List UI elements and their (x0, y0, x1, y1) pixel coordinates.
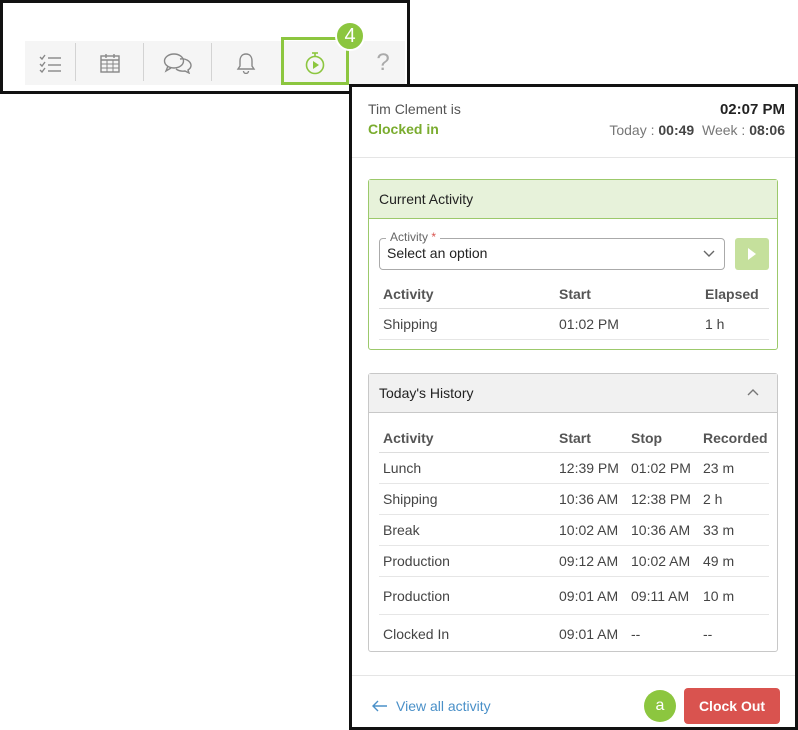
activity-select[interactable]: Activity * Select an option (379, 230, 725, 270)
stop-cell: 10:02 AM (627, 545, 699, 577)
history-table: Activity Start Stop Recorded Lunch 12:39… (379, 424, 769, 652)
recorded-cell: 49 m (699, 545, 769, 577)
tasks-button[interactable] (25, 41, 75, 85)
column-header: Activity (379, 280, 555, 309)
stop-cell: 01:02 PM (627, 452, 699, 484)
current-activity-card: Current Activity Activity * Select an op… (368, 179, 778, 350)
clock-out-button[interactable]: Clock Out (684, 688, 780, 724)
start-activity-button[interactable] (735, 238, 769, 270)
timeclock-panel: Tim Clement is Clocked in 02:07 PM Today… (349, 84, 798, 730)
arrow-left-icon (372, 700, 387, 712)
current-time: 02:07 PM (719, 101, 785, 118)
current-activity-table: Activity Start Elapsed Shipping 01:02 PM… (379, 280, 769, 340)
column-header: Stop (627, 424, 699, 453)
start-cell: 01:02 PM (555, 308, 701, 340)
messages-button[interactable] (144, 41, 211, 85)
panel-footer: View all activity a Clock Out (352, 675, 795, 728)
start-cell: 10:36 AM (555, 483, 627, 515)
calendar-icon (99, 54, 120, 73)
stop-cell: -- (631, 625, 641, 642)
activity-cell: Break (379, 514, 555, 546)
elapsed-cell: 1 h (701, 308, 769, 340)
calendar-button[interactable] (76, 41, 143, 85)
activity-cell: Shipping (379, 483, 555, 515)
table-row: Clocked In 09:01 AM -- -- (379, 615, 769, 653)
help-icon: ? (376, 49, 390, 76)
table-row: Production 09:01 AM 09:11 AM 10 m (379, 576, 769, 615)
table-header-row: Activity Start Elapsed (379, 280, 769, 309)
panel-header: Tim Clement is Clocked in 02:07 PM Today… (352, 87, 795, 158)
table-row: Production 09:12 AM 10:02 AM 49 m (379, 545, 769, 577)
activity-cell: Production (379, 576, 555, 615)
required-marker: * (431, 230, 437, 244)
start-cell: 09:12 AM (555, 545, 627, 577)
activity-cell: Shipping (379, 308, 555, 340)
todays-history-card: Today's History Activity Start Stop Reco… (368, 373, 778, 652)
help-button[interactable]: ? (351, 41, 415, 85)
recorded-cell: -- (703, 625, 713, 642)
activity-cell: Lunch (379, 452, 555, 484)
start-cell: 09:01 AM (555, 576, 627, 615)
stop-cell: 10:36 AM (627, 514, 699, 546)
step-callout-badge: 4 (335, 21, 365, 51)
table-row: Shipping 10:36 AM 12:38 PM 2 h (379, 483, 769, 515)
bell-icon (236, 53, 256, 74)
table-row: Break 10:02 AM 10:36 AM 33 m (379, 514, 769, 546)
chevron-down-icon (703, 250, 715, 257)
week-value: 08:06 (749, 122, 785, 138)
today-value: 00:49 (658, 122, 695, 138)
start-cell: 10:02 AM (555, 514, 627, 546)
table-row: Shipping 01:02 PM 1 h (379, 308, 769, 340)
today-label: Today : (609, 122, 655, 138)
step-callout-badge: a (644, 690, 676, 722)
column-header: Start (555, 280, 701, 309)
column-header: Activity (379, 424, 555, 453)
recorded-cell: 2 h (699, 483, 769, 515)
view-all-activity-link[interactable]: View all activity (372, 698, 491, 714)
time-totals: Today : 00:49 Week : 08:06 (609, 122, 785, 138)
top-toolbar-frame: ? 4 (0, 0, 410, 94)
start-cell: 09:01 AM (559, 625, 619, 642)
week-label: Week : (701, 122, 746, 138)
start-cell: 12:39 PM (555, 452, 627, 484)
history-header[interactable]: Today's History (369, 374, 777, 413)
table-row: Lunch 12:39 PM 01:02 PM 23 m (379, 452, 769, 484)
stop-cell: 09:11 AM (627, 576, 699, 615)
activity-select-value: Select an option (387, 245, 488, 261)
recorded-cell: 10 m (699, 576, 769, 615)
recorded-cell: 23 m (699, 452, 769, 484)
current-activity-title: Current Activity (369, 180, 777, 219)
recorded-cell: 33 m (699, 514, 769, 546)
activity-cell: Clocked In (383, 625, 450, 642)
notifications-button[interactable] (212, 41, 280, 85)
table-header-row: Activity Start Stop Recorded (379, 424, 769, 453)
view-all-label: View all activity (396, 698, 491, 714)
activity-cell: Production (379, 545, 555, 577)
column-header: Recorded (699, 424, 769, 453)
chevron-up-icon[interactable] (747, 388, 759, 396)
user-status-line: Tim Clement is (368, 101, 461, 117)
history-title: Today's History (379, 385, 474, 401)
column-header: Start (555, 424, 627, 453)
stop-cell: 12:38 PM (627, 483, 699, 515)
activity-select-label: Activity * (386, 230, 441, 244)
play-icon (748, 248, 756, 260)
column-header: Elapsed (701, 280, 769, 309)
checklist-icon (39, 54, 61, 73)
chat-icon (163, 53, 192, 74)
clock-status: Clocked in (368, 121, 439, 137)
